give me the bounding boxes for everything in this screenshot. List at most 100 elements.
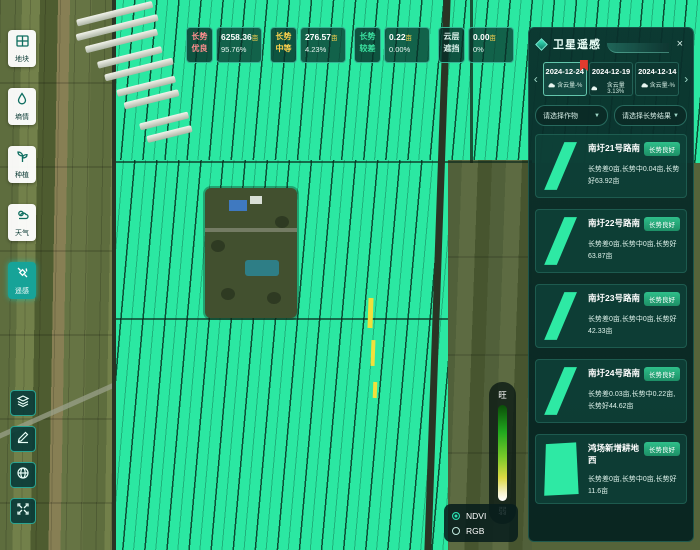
stat-label: 长势 较差 (354, 27, 381, 63)
cloud-icon (640, 82, 648, 88)
radio-icon (452, 512, 460, 520)
layers-icon (16, 394, 30, 413)
parcel-card-body: 鸿场新增耕地西长势良好 长势差0亩,长势中0亩,长势好11.6亩 (586, 435, 686, 503)
close-icon[interactable]: × (675, 38, 685, 50)
sidebar-item-plots[interactable]: 地块 (8, 30, 36, 67)
stat-percent: 0% (473, 45, 510, 54)
road (470, 0, 473, 163)
parcel-name: 南圩21号路南 (588, 142, 640, 154)
sidebar: 地块 墒情 种植 天气 遥感 (8, 30, 36, 299)
parcel-card-body: 南圩21号路南长势良好 长势差0亩,长势中0.04亩,长势好63.92亩 (586, 135, 686, 197)
next-arrow-icon[interactable]: › (681, 72, 691, 86)
trees (211, 240, 225, 252)
parcel-thumbnail (536, 135, 586, 197)
stat-label: 长势 优良 (186, 27, 213, 63)
stat-label-line2: 中等 (271, 43, 296, 55)
sidebar-item-planting[interactable]: 种植 (8, 146, 36, 183)
stat-growth-poor: 长势 较差 0.22亩 0.00% (354, 27, 430, 63)
select-value: 请选择作物 (543, 111, 578, 121)
date-tab[interactable]: 2024-12-19 含云量3.13% (589, 62, 633, 96)
growth-stats-bar: 长势 优良 6258.36亩 95.76% 长势 中等 276.57亩 4.23… (186, 27, 514, 63)
growth-status-badge: 长势良好 (644, 142, 680, 156)
draw-button[interactable] (10, 426, 36, 452)
growth-status-badge: 长势良好 (644, 292, 680, 306)
parcel-card-body: 南圩22号路南长势良好 长势差0亩,长势中0亩,长势好63.87亩 (586, 210, 686, 272)
stat-percent: 95.76% (221, 45, 258, 54)
stat-percent: 4.23% (305, 45, 342, 54)
map-tools (10, 390, 36, 524)
stat-label-line1: 云层 (439, 31, 464, 43)
stat-value-box: 6258.36亩 95.76% (216, 27, 262, 63)
parcel-thumbnail (536, 360, 586, 422)
tab-date: 2024-12-19 (590, 67, 632, 76)
parcel-name: 鸿场新增耕地西 (588, 442, 641, 466)
parcel-growth-detail: 长势差0.03亩,长势中0.22亩,长势好44.62亩 (588, 389, 680, 412)
stat-value-box: 276.57亩 4.23% (300, 27, 346, 63)
filters-row: 请选择作物 ▼ 请选择长势结果 ▼ (529, 98, 693, 130)
fullscreen-button[interactable] (10, 498, 36, 524)
parcel-list: 南圩21号路南长势良好 长势差0亩,长势中0.04亩,长势好63.92亩 南圩2… (529, 130, 693, 504)
stat-label-line1: 长势 (271, 31, 296, 43)
parcel-card[interactable]: 南圩24号路南长势良好 长势差0.03亩,长势中0.22亩,长势好44.62亩 (535, 359, 687, 423)
radio-label: RGB (466, 526, 484, 536)
parcel-card[interactable]: 鸿场新增耕地西长势良好 长势差0亩,长势中0亩,长势好11.6亩 (535, 434, 687, 504)
cloud-icon (590, 85, 597, 91)
parcel-card[interactable]: 南圩21号路南长势良好 长势差0亩,长势中0.04亩,长势好63.92亩 (535, 134, 687, 198)
rgb-radio-option[interactable]: RGB (452, 526, 510, 536)
tab-date: 2024-12-24 (544, 67, 586, 76)
date-tab[interactable]: 2024-12-14 含云量-% (635, 62, 679, 96)
ndvi-legend: 旺 弱 (489, 382, 516, 524)
sidebar-item-remote-sensing[interactable]: 遥感 (8, 262, 36, 299)
crop-select[interactable]: 请选择作物 ▼ (535, 105, 608, 126)
parcel-thumbnail (536, 435, 586, 503)
chevron-down-icon: ▼ (673, 113, 679, 119)
growth-status-badge: 长势良好 (644, 442, 680, 456)
field-shape (540, 365, 582, 417)
stat-label-line2: 较差 (355, 43, 380, 55)
tab-cloud-amount: 含云量-% (557, 80, 582, 89)
tab-date: 2024-12-14 (636, 67, 678, 76)
field-boundary-line (112, 318, 448, 320)
field-shape (540, 440, 582, 498)
sprout-icon (16, 150, 29, 168)
sidebar-item-label: 天气 (15, 228, 29, 238)
parcel-growth-detail: 长势差0亩,长势中0.04亩,长势好63.92亩 (588, 164, 680, 187)
trees (267, 292, 281, 304)
parcel-card[interactable]: 南圩23号路南长势良好 长势差0亩,长势中0亩,长势好42.33亩 (535, 284, 687, 348)
header-decoration (607, 43, 669, 53)
blue-roof-building (229, 200, 247, 211)
sidebar-item-label: 墒情 (15, 112, 29, 122)
stat-growth-excellent: 长势 优良 6258.36亩 95.76% (186, 27, 262, 63)
panel-title: 卫星遥感 (553, 36, 601, 52)
stat-value: 276.57 (305, 32, 331, 42)
greenhouse-row (146, 125, 192, 143)
droplet-icon (16, 92, 28, 110)
weak-growth-patch (373, 382, 378, 398)
parcel-card[interactable]: 南圩22号路南长势良好 长势差0亩,长势中0亩,长势好63.87亩 (535, 209, 687, 273)
sidebar-item-label: 遥感 (15, 286, 29, 296)
growth-status-badge: 长势良好 (644, 217, 680, 231)
tab-cloud-amount: 含云量-% (650, 80, 675, 89)
stat-unit: 亩 (331, 35, 338, 42)
parcel-name: 南圩24号路南 (588, 367, 640, 379)
stat-label-line2: 遮挡 (439, 43, 464, 55)
stat-label: 长势 中等 (270, 27, 297, 63)
weak-growth-patch (367, 298, 373, 328)
trees (221, 288, 235, 300)
parcel-growth-detail: 长势差0亩,长势中0亩,长势好11.6亩 (588, 474, 680, 497)
layers-button[interactable] (10, 390, 36, 416)
sidebar-item-weather[interactable]: 天气 (8, 204, 36, 241)
sidebar-item-soil-moisture[interactable]: 墒情 (8, 88, 36, 125)
prev-arrow-icon[interactable]: ‹ (531, 72, 541, 86)
satellite-panel: 卫星遥感 × ‹ 2024-12-24 含云量-% 2024-12-19 含云量… (528, 27, 694, 542)
locate-button[interactable] (10, 462, 36, 488)
stat-value-box: 0.00亩 0% (468, 27, 514, 63)
chevron-down-icon: ▼ (594, 113, 600, 119)
parcel-thumbnail (536, 210, 586, 272)
stat-growth-medium: 长势 中等 276.57亩 4.23% (270, 27, 346, 63)
field-shape (540, 140, 582, 192)
growth-result-select[interactable]: 请选择长势结果 ▼ (614, 105, 687, 126)
parcel-thumbnail (536, 285, 586, 347)
ndvi-radio-option[interactable]: NDVI (452, 511, 510, 521)
date-tab[interactable]: 2024-12-24 含云量-% (543, 62, 587, 96)
